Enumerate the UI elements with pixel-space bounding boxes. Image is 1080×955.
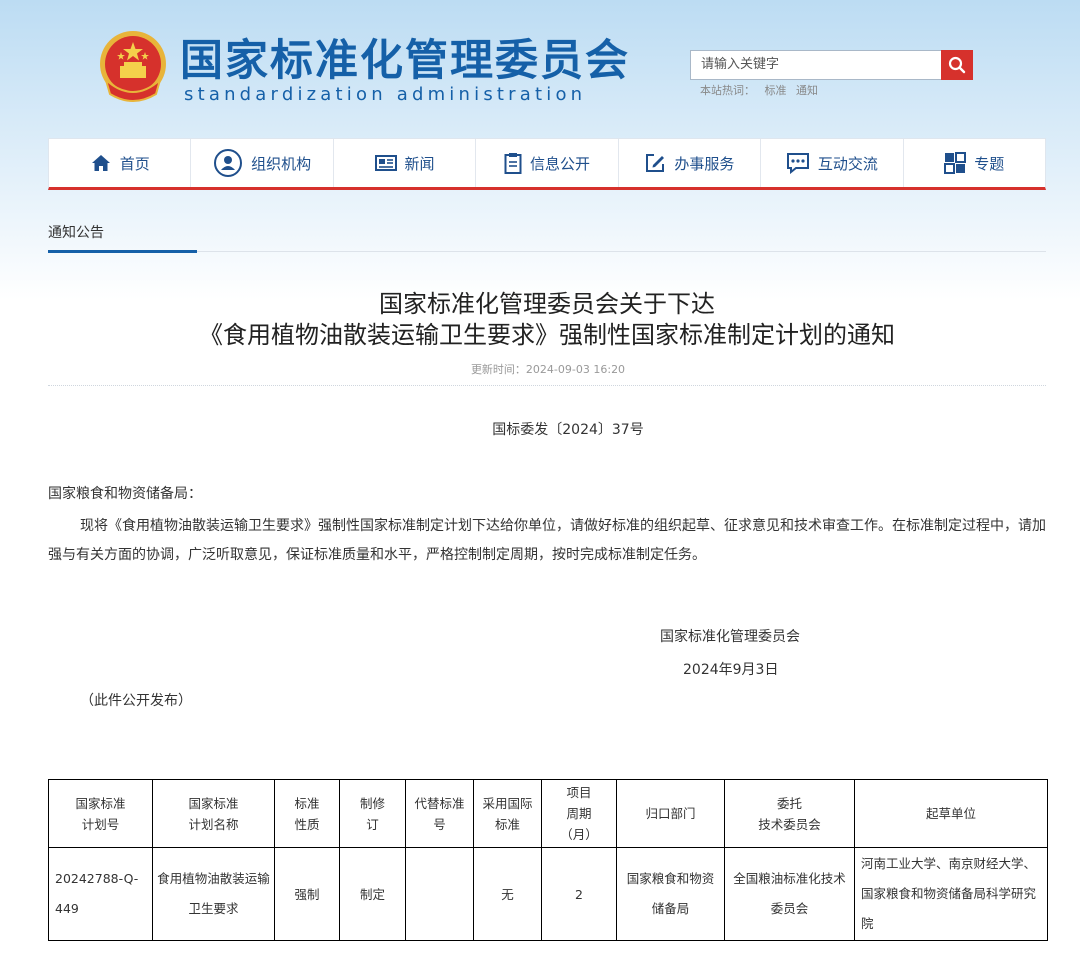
topic-icon xyxy=(944,152,967,174)
table-cell: 强制 xyxy=(274,847,340,941)
table-header-row: 国家标准 计划号 国家标准 计划名称 标准 性质 制修 订 代替标准 号 采用国… xyxy=(48,779,1048,848)
nav-item-label: 信息公开 xyxy=(529,154,590,173)
chat-icon xyxy=(786,153,809,174)
nav-item-home[interactable]: 首页 xyxy=(49,139,192,187)
table-cell: 2 xyxy=(541,847,617,941)
table-header-cell: 代替标准 号 xyxy=(405,779,474,848)
table-header-cell: 采用国际 标准 xyxy=(473,779,542,848)
article-title-line1: 国家标准化管理委员会关于下达 xyxy=(379,290,715,318)
hot-word-link[interactable]: 通知 xyxy=(796,84,818,97)
nav-item-info-disclosure[interactable]: 信息公开 xyxy=(476,139,619,187)
table-cell: 国家粮食和物资储备局 xyxy=(616,847,725,941)
standard-plan-table: 国家标准 计划号 国家标准 计划名称 标准 性质 制修 订 代替标准 号 采用国… xyxy=(48,779,1048,941)
nav-item-interaction[interactable]: 互动交流 xyxy=(761,139,904,187)
salutation: 国家粮食和物资储备局： xyxy=(48,486,202,502)
hot-word-link[interactable]: 标准 xyxy=(765,84,787,97)
site-title[interactable]: 国家标准化管理委员会 xyxy=(180,36,630,86)
nav-item-topics[interactable]: 专题 xyxy=(904,139,1045,187)
nav-item-label: 组织机构 xyxy=(251,154,312,173)
national-emblem-icon[interactable] xyxy=(96,28,170,106)
edit-icon xyxy=(646,154,665,172)
table-cell xyxy=(405,847,474,941)
nav-item-news[interactable]: 新闻 xyxy=(334,139,477,187)
main-nav: 首页 组织机构 新闻 信息公开 办事服务 互动交流 专题 xyxy=(48,138,1046,190)
hot-words: 本站热词： 标准 通知 xyxy=(700,82,824,98)
table-header-cell: 项目 周期 （月） xyxy=(541,779,617,848)
hot-words-label: 本站热词： xyxy=(700,84,755,97)
article-title-line2: 《食用植物油散装运输卫生要求》强制性国家标准制定计划的通知 xyxy=(199,321,895,349)
table-row: 20242788-Q-449 食用植物油散装运输卫生要求 强制 制定 无 2 国… xyxy=(48,847,1048,941)
nav-item-organization[interactable]: 组织机构 xyxy=(191,139,334,187)
divider xyxy=(48,385,1046,386)
nav-item-label: 新闻 xyxy=(404,154,435,173)
search-button[interactable] xyxy=(941,50,973,80)
site-subtitle: standardization administration xyxy=(184,84,587,105)
search-input[interactable]: 请输入关键字 xyxy=(690,50,942,80)
breadcrumb[interactable]: 通知公告 xyxy=(48,222,104,242)
table-header-cell: 标准 性质 xyxy=(274,779,340,848)
nav-item-label: 专题 xyxy=(974,154,1005,173)
table-cell: 河南工业大学、南京财经大学、国家粮食和物资储备局科学研究院 xyxy=(854,847,1048,941)
document-number: 国标委发〔2024〕37号 xyxy=(492,422,644,438)
table-cell: 制定 xyxy=(339,847,406,941)
nav-item-label: 首页 xyxy=(119,154,150,173)
home-icon xyxy=(91,155,110,171)
nav-item-label: 互动交流 xyxy=(817,154,878,173)
table-header-cell: 国家标准 计划名称 xyxy=(152,779,275,848)
update-time: 更新时间：2024-09-03 16:20 xyxy=(470,363,626,376)
publish-note: （此件公开发布） xyxy=(80,693,192,709)
search-icon xyxy=(948,56,966,74)
signature-org: 国家标准化管理委员会 xyxy=(660,629,800,645)
nav-item-services[interactable]: 办事服务 xyxy=(619,139,762,187)
clipboard-icon xyxy=(504,153,522,174)
table-header-cell: 国家标准 计划号 xyxy=(48,779,153,848)
newspaper-icon xyxy=(374,155,397,171)
divider xyxy=(48,251,1046,252)
signature-date: 2024年9月3日 xyxy=(683,662,779,678)
table-cell: 全国粮油标准化技术委员会 xyxy=(724,847,855,941)
table-cell: 20242788-Q-449 xyxy=(48,847,153,941)
table-cell: 无 xyxy=(473,847,542,941)
nav-item-label: 办事服务 xyxy=(674,154,735,173)
breadcrumb-underline xyxy=(48,250,197,253)
article-body: 现将《食用植物油散装运输卫生要求》强制性国家标准制定计划下达给你单位，请做好标准… xyxy=(48,518,1046,563)
table-header-cell: 委托 技术委员会 xyxy=(724,779,855,848)
user-circle-icon xyxy=(214,149,243,177)
table-header-cell: 归口部门 xyxy=(616,779,725,848)
table-cell: 食用植物油散装运输卫生要求 xyxy=(152,847,275,941)
table-header-cell: 起草单位 xyxy=(854,779,1048,848)
table-header-cell: 制修 订 xyxy=(339,779,406,848)
